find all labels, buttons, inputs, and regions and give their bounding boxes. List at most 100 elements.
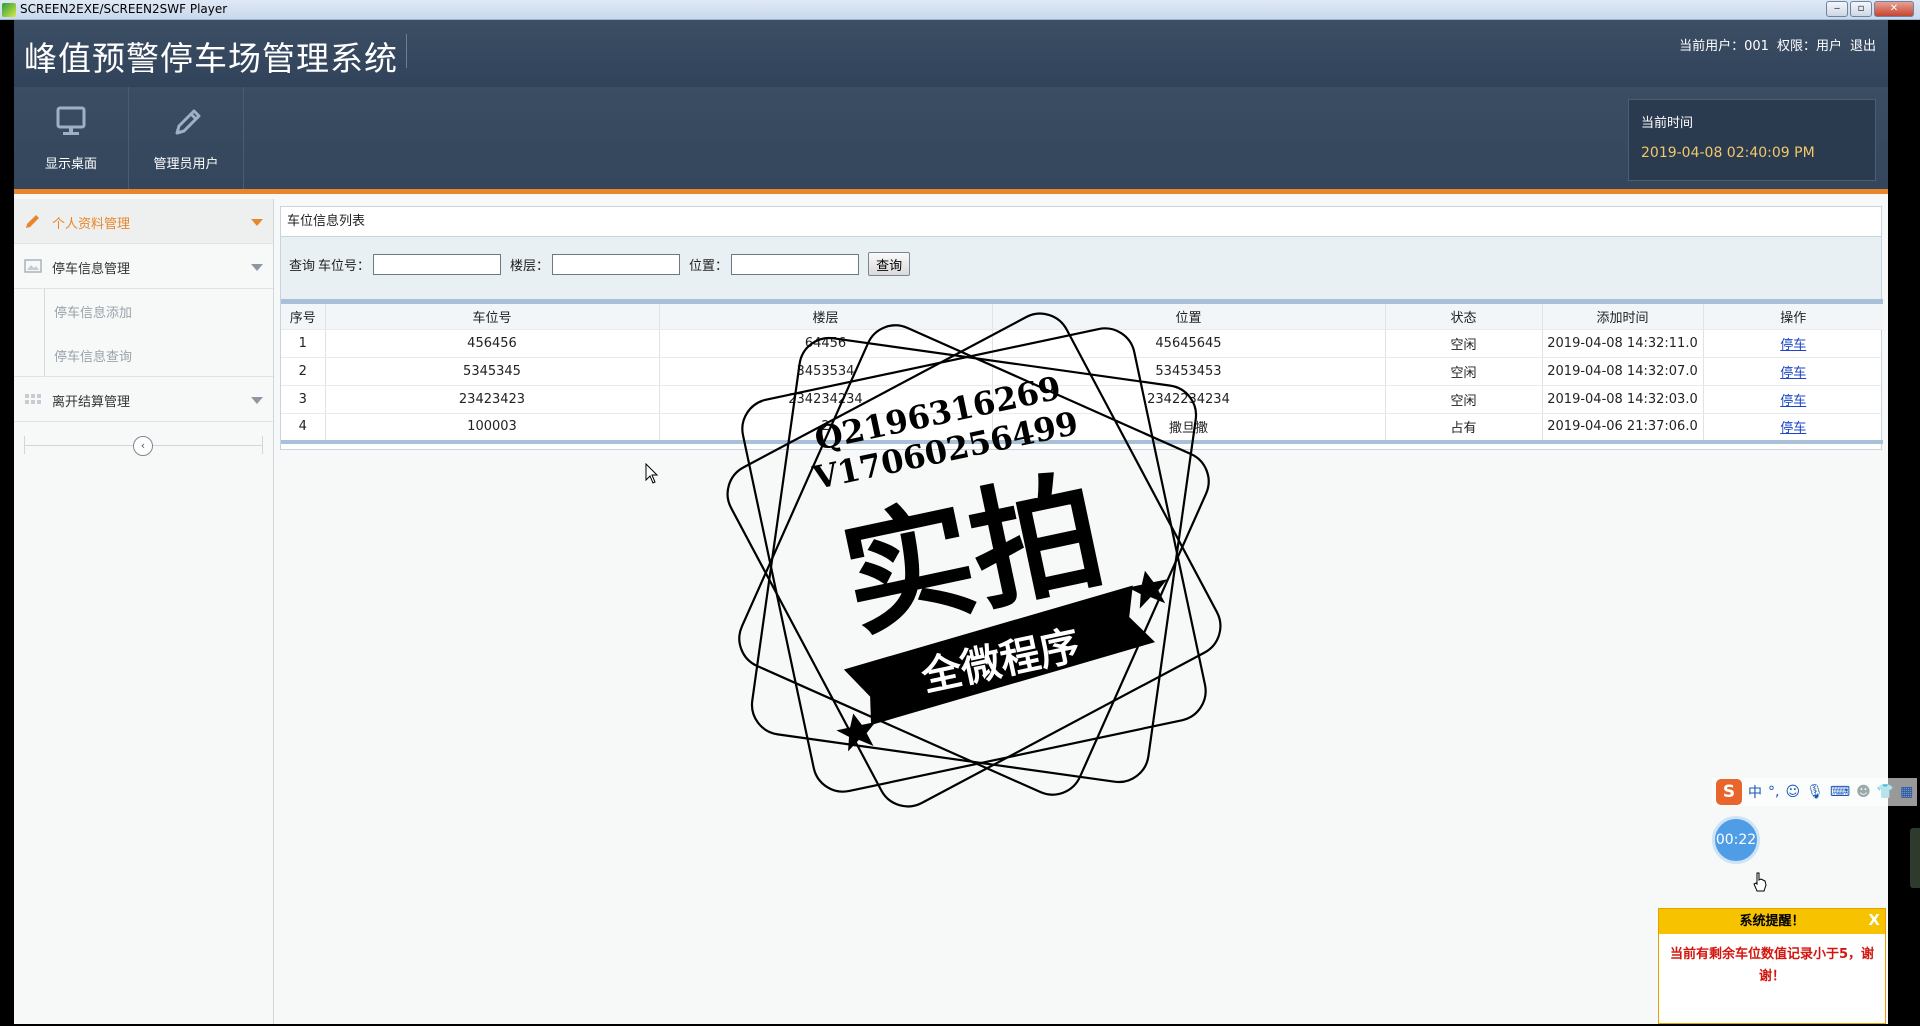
keyboard-icon[interactable]: ⌨ <box>1830 784 1850 800</box>
user-icon[interactable]: ☻ <box>1856 784 1871 800</box>
slot-number-input[interactable] <box>373 253 502 275</box>
search-area: 查询 车位号： 楼层： 位置： 查询 <box>281 237 1881 299</box>
minimize-button[interactable]: ‒ <box>1826 1 1848 17</box>
sogou-logo-icon[interactable]: S <box>1716 779 1742 805</box>
sidebar-subitem-query-parking[interactable]: 停车信息查询 <box>14 333 273 377</box>
logout-link[interactable]: 退出 <box>1850 35 1876 54</box>
pencil-icon <box>26 215 39 228</box>
show-desktop-label: 显示桌面 <box>44 157 97 172</box>
column-header: 序号 <box>281 301 326 330</box>
cell-action: 停车 <box>1703 385 1883 414</box>
search-prefix: 查询 <box>289 258 316 274</box>
user-bar: 当前用户：001 权限：用户 退出 <box>1679 35 1876 54</box>
sidebar: 个人资料管理 停车信息管理 停车信息添加 停车信息查询 离开结算管理 ‹ <box>14 199 274 1024</box>
app-frame: 峰值预警停车场管理系统 当前用户：001 权限：用户 退出 显示桌面 管理员用户 <box>14 20 1888 1024</box>
column-header: 添加时间 <box>1542 301 1704 330</box>
cell-action: 停车 <box>1703 413 1883 442</box>
ime-punct-toggle[interactable]: °, <box>1768 784 1779 800</box>
cell-no: 4 <box>281 413 326 442</box>
sidebar-item-checkout[interactable]: 离开结算管理 <box>14 377 273 422</box>
monitor-icon <box>56 106 86 135</box>
sidebar-collapse-row: ‹ <box>14 422 273 468</box>
cell-status: 占有 <box>1385 413 1543 442</box>
panel-title: 车位信息列表 <box>281 207 1881 237</box>
floor-input[interactable] <box>552 253 681 275</box>
recording-timer[interactable]: 00:22 <box>1712 816 1760 864</box>
cell-time: 2019-04-08 14:32:11.0 <box>1542 329 1704 358</box>
cell-location: 撒旦撒 <box>992 413 1386 442</box>
table-row: 1 456456 64456 45645645 空闲 2019-04-08 14… <box>281 329 1883 358</box>
main-content: 车位信息列表 查询 车位号： 楼层： 位置： 查询 序号 车位号 楼层 位置 状… <box>280 206 1884 1022</box>
show-desktop-button[interactable]: 显示桌面 <box>14 87 129 189</box>
cell-status: 空闲 <box>1385 329 1543 358</box>
image-icon <box>24 259 42 273</box>
grid-icon[interactable]: ▦ <box>1900 784 1913 800</box>
table-row: 4 100003 2 撒旦撒 占有 2019-04-06 21:37:06.0 … <box>281 413 1883 442</box>
admin-user-button[interactable]: 管理员用户 <box>129 87 244 189</box>
cell-location: 53453453 <box>992 357 1386 386</box>
cell-floor: 2 <box>659 413 993 442</box>
sidebar-item-profile[interactable]: 个人资料管理 <box>14 199 273 244</box>
cell-location: 2342234234 <box>992 385 1386 414</box>
cell-action: 停车 <box>1703 357 1883 386</box>
search-row: 查询 车位号： 楼层： 位置： 查询 <box>289 252 911 276</box>
clock-box: 当前时间 2019-04-08 02:40:09 PM <box>1628 99 1876 181</box>
title-divider <box>406 34 407 68</box>
park-link[interactable]: 停车 <box>1780 338 1806 353</box>
system-title: 峰值预警停车场管理系统 <box>24 39 398 78</box>
emoji-icon[interactable]: ☺ <box>1785 784 1800 800</box>
park-link[interactable]: 停车 <box>1780 421 1806 436</box>
app-icon <box>2 3 16 17</box>
sidebar-subitem-add-parking[interactable]: 停车信息添加 <box>14 289 273 333</box>
parking-table: 序号 车位号 楼层 位置 状态 添加时间 操作 1 456456 64456 4 <box>281 299 1883 444</box>
column-header: 车位号 <box>325 301 660 330</box>
table-row: 3 23423423 234234234 2342234234 空闲 2019-… <box>281 385 1883 414</box>
app-header: 峰值预警停车场管理系统 当前用户：001 权限：用户 退出 <box>14 20 1888 87</box>
ime-toolbar: S 中 °, ☺ 🎙 ⌨ ☻ 👕 ▦ <box>1712 778 1918 806</box>
microphone-icon[interactable]: 🎙 <box>1806 784 1824 800</box>
table-header-row: 序号 车位号 楼层 位置 状态 添加时间 操作 <box>281 301 1883 330</box>
cell-floor: 234234234 <box>659 385 993 414</box>
cell-no: 2 <box>281 357 326 386</box>
cell-status: 空闲 <box>1385 385 1543 414</box>
maximize-button[interactable]: ▫ <box>1850 1 1872 17</box>
cell-slot: 456456 <box>325 329 660 358</box>
notification-message: 当前有剩余车位数值记录小于5，谢谢！ <box>1669 947 1875 984</box>
current-user-label: 当前用户：001 <box>1679 39 1769 54</box>
sidebar-collapse-button[interactable]: ‹ <box>133 436 153 456</box>
slot-label: 车位号： <box>318 258 371 274</box>
location-label: 位置： <box>689 258 729 274</box>
shirt-icon[interactable]: 👕 <box>1877 784 1894 800</box>
window-titlebar: SCREEN2EXE/SCREEN2SWF Player ‒ ▫ ✕ <box>0 0 1920 20</box>
pencil-icon <box>175 109 201 135</box>
cell-time: 2019-04-08 14:32:03.0 <box>1542 385 1704 414</box>
sidebar-item-label: 个人资料管理 <box>52 217 131 232</box>
permission-label: 权限：用户 <box>1776 39 1842 54</box>
column-header: 状态 <box>1385 301 1543 330</box>
clock-label: 当前时间 <box>1641 116 1694 131</box>
chevron-down-icon <box>251 397 263 404</box>
close-button[interactable]: ✕ <box>1874 1 1914 17</box>
chevron-down-icon <box>251 219 263 226</box>
park-link[interactable]: 停车 <box>1780 366 1806 381</box>
cell-slot: 100003 <box>325 413 660 442</box>
sidebar-item-label: 离开结算管理 <box>52 395 131 410</box>
column-header: 位置 <box>992 301 1386 330</box>
divider <box>24 436 25 454</box>
table-row: 2 5345345 3453534 53453453 空闲 2019-04-08… <box>281 357 1883 386</box>
cell-floor: 3453534 <box>659 357 993 386</box>
notification-close-button[interactable]: X <box>1868 911 1880 929</box>
sidebar-item-label: 停车信息管理 <box>52 262 131 277</box>
location-input[interactable] <box>731 253 860 275</box>
sidebar-item-parking-info[interactable]: 停车信息管理 <box>14 244 273 289</box>
ime-mode-toggle[interactable]: 中 <box>1748 782 1762 802</box>
window-controls: ‒ ▫ ✕ <box>1826 1 1914 17</box>
hand-cursor-icon <box>1753 872 1767 892</box>
query-button[interactable]: 查询 <box>868 252 911 276</box>
park-link[interactable]: 停车 <box>1780 394 1806 409</box>
side-panel-handle[interactable] <box>1910 828 1920 888</box>
cell-time: 2019-04-08 14:32:07.0 <box>1542 357 1704 386</box>
column-header: 楼层 <box>659 301 993 330</box>
cell-no: 1 <box>281 329 326 358</box>
cell-floor: 64456 <box>659 329 993 358</box>
